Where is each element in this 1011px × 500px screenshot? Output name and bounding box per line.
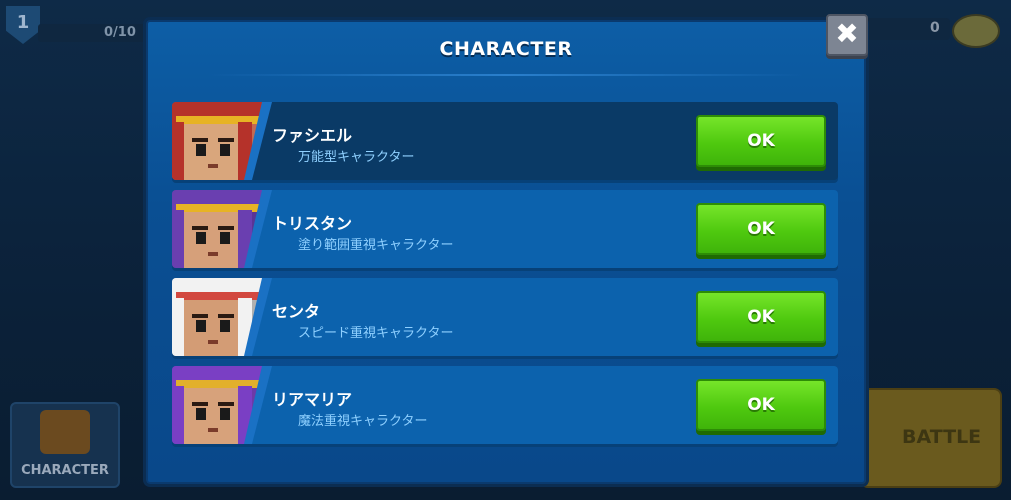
hair-side-left: [172, 210, 184, 268]
hair-side-left: [172, 298, 184, 356]
character-description: 万能型キャラクター: [298, 150, 415, 165]
select-ok-button[interactable]: OK: [696, 379, 826, 431]
character-description: 魔法重視キャラクター: [298, 414, 428, 429]
character-list: ファシエル 万能型キャラクター OK トリスタン 塗り範囲重視キャラクター OK…: [172, 102, 838, 454]
eye-left: [196, 320, 206, 332]
hair-side-left: [172, 122, 184, 180]
brow-left: [192, 138, 208, 142]
eye-right: [220, 232, 230, 244]
select-ok-button[interactable]: OK: [696, 203, 826, 255]
character-description: スピード重視キャラクター: [298, 326, 454, 341]
mouth: [208, 164, 218, 168]
modal-title: CHARACTER: [439, 38, 573, 60]
eye-right: [220, 144, 230, 156]
character-menu-label: CHARACTER: [21, 463, 109, 478]
eye-left: [196, 408, 206, 420]
eye-left: [196, 232, 206, 244]
brow-left: [192, 314, 208, 318]
brow-left: [192, 402, 208, 406]
battle-label: BATTLE: [902, 426, 982, 448]
coin-icon: [952, 14, 1000, 48]
character-row: ファシエル 万能型キャラクター OK: [172, 102, 838, 180]
brow-right: [218, 314, 234, 318]
character-name: トリスタン: [272, 214, 353, 233]
eye-left: [196, 144, 206, 156]
mouth: [208, 428, 218, 432]
coin-count: 0: [930, 20, 940, 36]
mouth: [208, 252, 218, 256]
select-ok-button[interactable]: OK: [696, 115, 826, 167]
hair-side-left: [172, 386, 184, 444]
brow-right: [218, 226, 234, 230]
mouth: [208, 340, 218, 344]
character-description: 塗り範囲重視キャラクター: [298, 238, 454, 253]
character-name: センタ: [272, 302, 321, 321]
character-menu-button[interactable]: CHARACTER: [10, 402, 120, 488]
brow-left: [192, 226, 208, 230]
eye-right: [220, 408, 230, 420]
character-row: トリスタン 塗り範囲重視キャラクター OK: [172, 190, 838, 268]
character-row: リアマリア 魔法重視キャラクター OK: [172, 366, 838, 444]
battle-button[interactable]: BATTLE: [860, 388, 1002, 488]
character-name: リアマリア: [272, 390, 353, 409]
character-modal: CHARACTER ファシエル 万能型キャラクター OK トリスタン 塗り範囲重…: [146, 20, 866, 484]
brow-right: [218, 138, 234, 142]
character-name: ファシエル: [272, 126, 353, 145]
close-icon[interactable]: ✖: [826, 14, 868, 56]
select-ok-button[interactable]: OK: [696, 291, 826, 343]
xp-text: 0/10: [104, 25, 136, 40]
brow-right: [218, 402, 234, 406]
chest-icon: [40, 410, 90, 454]
character-row: センタ スピード重視キャラクター OK: [172, 278, 838, 356]
title-divider: [208, 74, 804, 76]
eye-right: [220, 320, 230, 332]
